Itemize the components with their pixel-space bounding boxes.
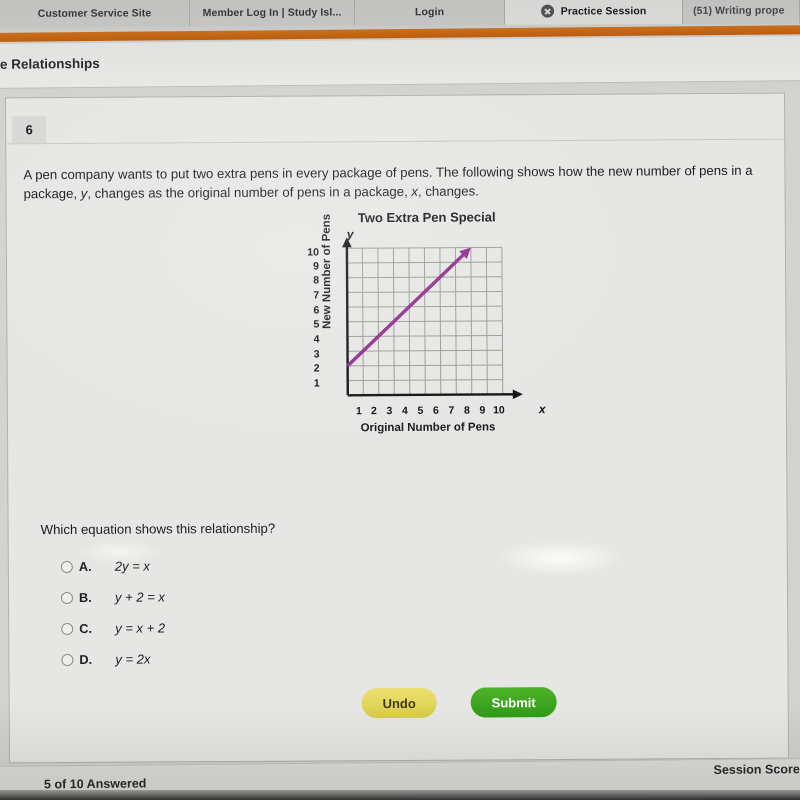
tab-label: (51) Writing prope <box>693 4 785 17</box>
radio-button-d[interactable] <box>61 653 74 666</box>
browser-tab-writing-prompt[interactable]: (51) Writing prope <box>682 0 800 25</box>
chart-y-tick: 7 <box>313 289 320 302</box>
answer-option-a[interactable]: A. 2y = x <box>60 550 165 582</box>
close-icon[interactable] <box>540 4 554 18</box>
question-number: 6 <box>12 116 47 144</box>
answer-option-d[interactable]: D. y = 2x <box>61 643 165 675</box>
tab-label: Customer Service Site <box>37 6 152 20</box>
browser-tab-customer-service-site[interactable]: Customer Service Site <box>0 0 191 27</box>
answer-option-b[interactable]: B. y + 2 = x <box>60 581 165 613</box>
session-score: Session Score: <box>713 762 800 777</box>
submit-button[interactable]: Submit <box>470 687 557 718</box>
stem-text-part3: , changes. <box>417 183 479 199</box>
chart-y-tick: 4 <box>313 333 320 346</box>
chart-y-tick: 5 <box>313 318 320 331</box>
tab-label: Login <box>414 5 445 18</box>
chart-figure: Two Extra Pen Special New Number of Pens… <box>287 209 568 436</box>
option-text: y + 2 = x <box>114 589 165 605</box>
chart-y-tick: 6 <box>313 304 320 317</box>
chart-x-tick: 4 <box>401 404 408 417</box>
question-card: 6 A pen company wants to put two extra p… <box>5 93 789 763</box>
chart-x-tick: 5 <box>417 404 424 417</box>
radio-button-a[interactable] <box>60 560 73 573</box>
radio-button-b[interactable] <box>60 591 74 604</box>
option-letter: D. <box>79 651 93 667</box>
option-text: y = x + 2 <box>115 620 166 636</box>
chart-x-tick: 10 <box>493 404 505 417</box>
stem-text-part2: , changes as the original number of pens… <box>87 183 412 201</box>
chart-svg <box>342 237 523 400</box>
browser-tab-practice-session[interactable]: Practice Session <box>504 0 684 25</box>
chart-y-tick: 1 <box>313 377 320 390</box>
question-number-bar: 6 <box>6 111 785 145</box>
chart-y-tick: 2 <box>313 362 320 375</box>
answer-options-list: A. 2y = x B. y + 2 = x C. y = x + 2 D. y… <box>60 550 166 675</box>
browser-tab-login[interactable]: Login <box>354 0 506 26</box>
chart-x-tick: 7 <box>448 404 455 417</box>
chart-plot-area: New Number of Pens y x 10 9 8 7 6 5 4 3 … <box>287 214 568 436</box>
radio-button-c[interactable] <box>61 622 74 635</box>
chart-x-tick: 3 <box>386 405 393 418</box>
chart-x-tick: 1 <box>355 405 362 418</box>
undo-button[interactable]: Undo <box>361 687 437 719</box>
chart-y-tick: 9 <box>313 259 320 273</box>
option-letter: C. <box>79 620 93 636</box>
app-header: e Relationships <box>0 36 800 89</box>
screen-bottom-shadow <box>0 790 800 800</box>
browser-tab-strip: Customer Service Site Member Log In | St… <box>0 0 800 27</box>
chart-x-axis-label: Original Number of Pens <box>360 421 496 435</box>
chart-x-tick: 2 <box>370 405 377 418</box>
option-letter: A. <box>78 558 92 574</box>
tab-label: Member Log In | Study Isl... <box>202 6 342 19</box>
chart-y-tick: 8 <box>313 274 320 287</box>
answer-option-c[interactable]: C. y = x + 2 <box>61 612 165 644</box>
answer-prompt: Which equation shows this relationship? <box>40 520 276 538</box>
option-letter: B. <box>78 589 92 605</box>
option-text: 2y = x <box>114 558 150 574</box>
action-buttons: Undo Submit <box>361 687 557 719</box>
chart-x-tick: 8 <box>463 404 470 417</box>
chart-x-tick: 6 <box>432 404 439 417</box>
screen-photo: Customer Service Site Member Log In | St… <box>0 0 800 800</box>
browser-tab-member-log-in[interactable]: Member Log In | Study Isl... <box>189 0 356 27</box>
chart-y-tick: 3 <box>313 348 320 361</box>
question-stem: A pen company wants to put two extra pen… <box>23 161 767 204</box>
tab-label: Practice Session <box>560 4 647 18</box>
option-text: y = 2x <box>115 651 151 667</box>
page-title: e Relationships <box>0 55 100 72</box>
chart-y-tick: 10 <box>307 245 319 259</box>
